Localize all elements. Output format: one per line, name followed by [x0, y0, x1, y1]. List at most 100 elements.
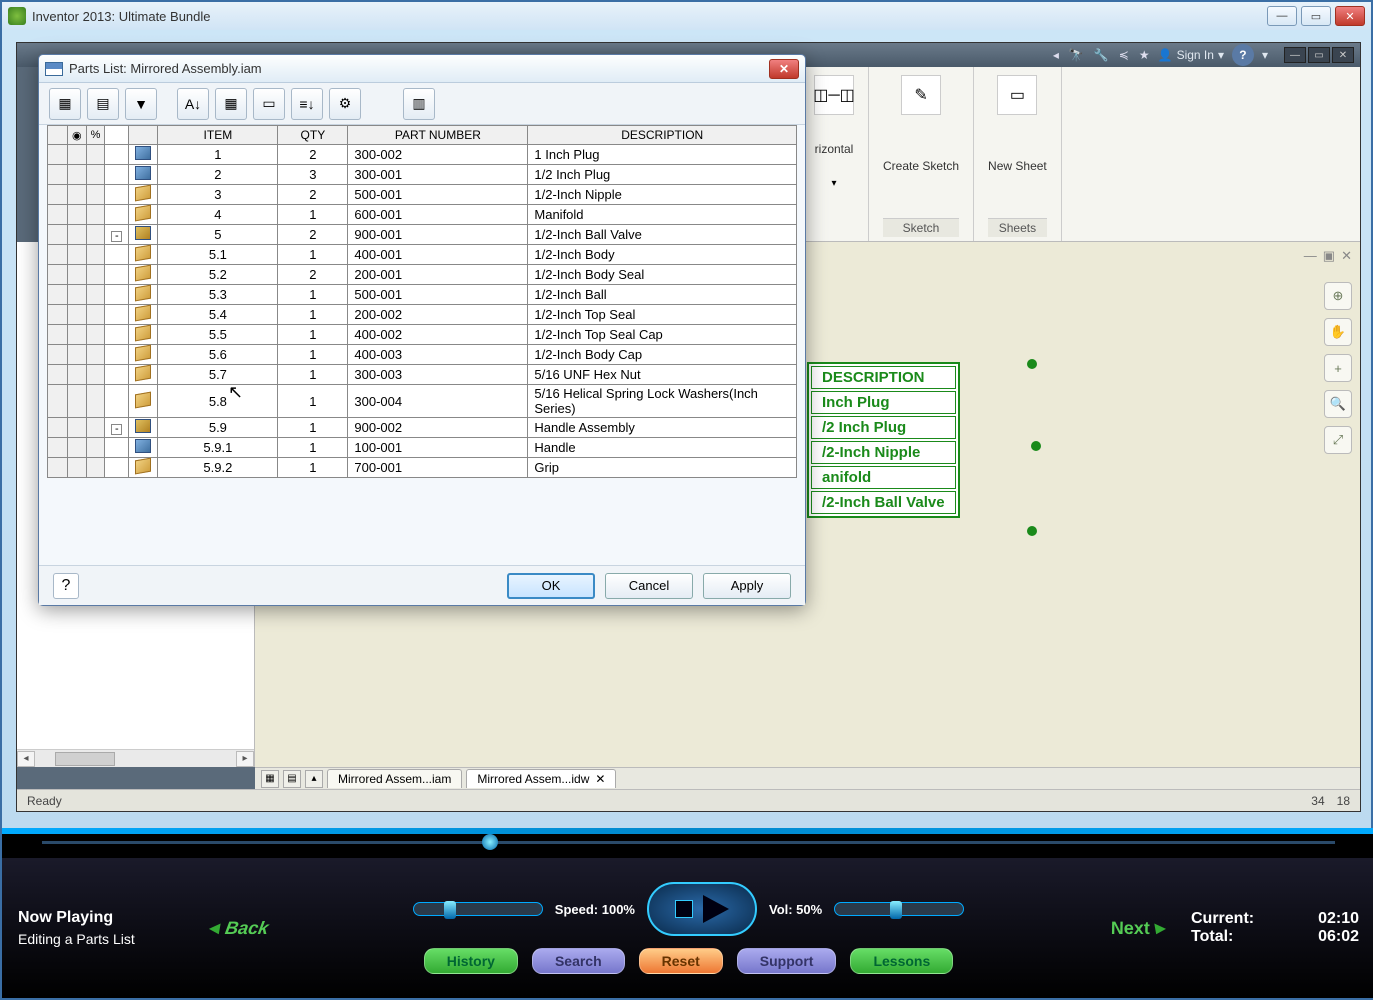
- cell-part-number[interactable]: 900-001: [348, 225, 528, 245]
- cell-part-number[interactable]: 700-001: [348, 458, 528, 478]
- cell-item[interactable]: 5.5: [158, 325, 278, 345]
- row-handle[interactable]: [48, 385, 68, 418]
- lessons-button[interactable]: Lessons: [850, 948, 953, 974]
- percent-column-icon[interactable]: %: [86, 126, 105, 145]
- help-dropdown-icon[interactable]: ▾: [1262, 48, 1268, 62]
- toolbar-filter-button[interactable]: ▼: [125, 88, 157, 120]
- cell-qty[interactable]: 1: [278, 345, 348, 365]
- binoculars-icon[interactable]: 🔭: [1069, 48, 1084, 62]
- sign-in-button[interactable]: 👤 Sign In ▾: [1158, 48, 1224, 62]
- expand-toggle[interactable]: [105, 345, 129, 365]
- table-row[interactable]: -5.91900-002Handle Assembly: [48, 418, 797, 438]
- dialog-close-button[interactable]: ✕: [769, 59, 799, 79]
- cell-qty[interactable]: 2: [278, 265, 348, 285]
- row-handle[interactable]: [48, 205, 68, 225]
- inner-close-button[interactable]: ✕: [1332, 47, 1354, 63]
- cell-qty[interactable]: 1: [278, 385, 348, 418]
- row-handle[interactable]: [48, 305, 68, 325]
- cell-part-number[interactable]: 300-001: [348, 165, 528, 185]
- header-item[interactable]: ITEM: [158, 126, 278, 145]
- expand-toggle[interactable]: [105, 165, 129, 185]
- selection-handle[interactable]: [1027, 526, 1037, 536]
- cell-description[interactable]: Handle: [528, 438, 797, 458]
- cell-description[interactable]: Handle Assembly: [528, 418, 797, 438]
- cell-part-number[interactable]: 100-001: [348, 438, 528, 458]
- cell-description[interactable]: 1/2-Inch Top Seal: [528, 305, 797, 325]
- cell-part-number[interactable]: 300-003: [348, 365, 528, 385]
- cell-part-number[interactable]: 300-002: [348, 145, 528, 165]
- cell-item[interactable]: 4: [158, 205, 278, 225]
- expand-toggle[interactable]: -: [105, 418, 129, 438]
- help-button[interactable]: ?: [1232, 44, 1254, 66]
- cell-qty[interactable]: 1: [278, 305, 348, 325]
- cell-description[interactable]: 1/2 Inch Plug: [528, 165, 797, 185]
- row-handle[interactable]: [48, 225, 68, 245]
- cell-part-number[interactable]: 600-001: [348, 205, 528, 225]
- cell-item[interactable]: 5.3: [158, 285, 278, 305]
- cell-item[interactable]: 5.8: [158, 385, 278, 418]
- wrench-icon[interactable]: 🔧: [1094, 48, 1109, 62]
- stop-button[interactable]: [675, 900, 693, 918]
- dialog-titlebar[interactable]: Parts List: Mirrored Assembly.iam ✕: [39, 55, 805, 83]
- cell-item[interactable]: 1: [158, 145, 278, 165]
- expand-toggle[interactable]: [105, 385, 129, 418]
- zoom-in-tool[interactable]: +: [1324, 354, 1352, 382]
- scroll-left-button[interactable]: ◂: [17, 751, 35, 767]
- play-button[interactable]: [703, 895, 729, 923]
- speed-slider[interactable]: [413, 902, 543, 916]
- tab-up-button[interactable]: ▴: [305, 770, 323, 788]
- expand-toggle[interactable]: [105, 285, 129, 305]
- table-row[interactable]: 5.51400-0021/2-Inch Top Seal Cap: [48, 325, 797, 345]
- expand-toggle[interactable]: [105, 245, 129, 265]
- ribbon-group-new-sheet[interactable]: ▭ New Sheet Sheets: [974, 67, 1062, 241]
- table-row[interactable]: 12300-0021 Inch Plug: [48, 145, 797, 165]
- cell-part-number[interactable]: 500-001: [348, 285, 528, 305]
- expand-toggle[interactable]: -: [105, 225, 129, 245]
- parts-list-table[interactable]: ◉ % ITEM QTY PART NUMBER DESCRIPTION 123…: [47, 125, 797, 478]
- back-button[interactable]: Back: [198, 903, 277, 953]
- tab-view-list-button[interactable]: ▦: [261, 770, 279, 788]
- ribbon-group-create-sketch[interactable]: ✎ Create Sketch Sketch: [869, 67, 974, 241]
- toolbar-group-settings-button[interactable]: ▤: [87, 88, 119, 120]
- apply-button[interactable]: Apply: [703, 573, 791, 599]
- table-row[interactable]: 32500-0011/2-Inch Nipple: [48, 185, 797, 205]
- scroll-thumb[interactable]: [55, 752, 115, 766]
- volume-slider[interactable]: [834, 902, 964, 916]
- ribbon-group-horizontal[interactable]: ◫─◫ rizontal ▾ .: [800, 67, 869, 241]
- history-button[interactable]: History: [424, 948, 518, 974]
- cell-item[interactable]: 5.9: [158, 418, 278, 438]
- expand-toggle[interactable]: [105, 325, 129, 345]
- selection-handle[interactable]: [1031, 441, 1041, 451]
- table-row[interactable]: 5.71300-0035/16 UNF Hex Nut: [48, 365, 797, 385]
- table-row[interactable]: 5.61400-0031/2-Inch Body Cap: [48, 345, 797, 365]
- cell-description[interactable]: 1 Inch Plug: [528, 145, 797, 165]
- expand-toggle[interactable]: [105, 365, 129, 385]
- table-row[interactable]: 5.41200-0021/2-Inch Top Seal: [48, 305, 797, 325]
- cell-qty[interactable]: 2: [278, 145, 348, 165]
- tab-idw-file[interactable]: Mirrored Assem...idw✕: [466, 769, 616, 788]
- row-handle[interactable]: [48, 245, 68, 265]
- cell-description[interactable]: 1/2-Inch Ball: [528, 285, 797, 305]
- table-row[interactable]: 23300-0011/2 Inch Plug: [48, 165, 797, 185]
- canvas-minimize-icon[interactable]: —: [1304, 248, 1317, 264]
- row-handle[interactable]: [48, 325, 68, 345]
- pan-tool[interactable]: ✋: [1324, 318, 1352, 346]
- row-handle[interactable]: [48, 265, 68, 285]
- row-handle[interactable]: [48, 418, 68, 438]
- row-handle[interactable]: [48, 458, 68, 478]
- cell-part-number[interactable]: 500-001: [348, 185, 528, 205]
- cell-description[interactable]: 5/16 UNF Hex Nut: [528, 365, 797, 385]
- cell-part-number[interactable]: 400-002: [348, 325, 528, 345]
- cell-description[interactable]: 1/2-Inch Body Seal: [528, 265, 797, 285]
- header-qty[interactable]: QTY: [278, 126, 348, 145]
- toolbar-renumber-button[interactable]: ▭: [253, 88, 285, 120]
- table-row[interactable]: 5.81300-0045/16 Helical Spring Lock Wash…: [48, 385, 797, 418]
- row-handle[interactable]: [48, 165, 68, 185]
- toolbar-export-button[interactable]: ▦: [215, 88, 247, 120]
- table-row[interactable]: -52900-0011/2-Inch Ball Valve: [48, 225, 797, 245]
- navigate-2d-tool[interactable]: ⊕: [1324, 282, 1352, 310]
- cell-qty[interactable]: 2: [278, 225, 348, 245]
- ok-button[interactable]: OK: [507, 573, 595, 599]
- scrub-thumb[interactable]: [482, 834, 498, 850]
- toolbar-settings-button[interactable]: ⚙: [329, 88, 361, 120]
